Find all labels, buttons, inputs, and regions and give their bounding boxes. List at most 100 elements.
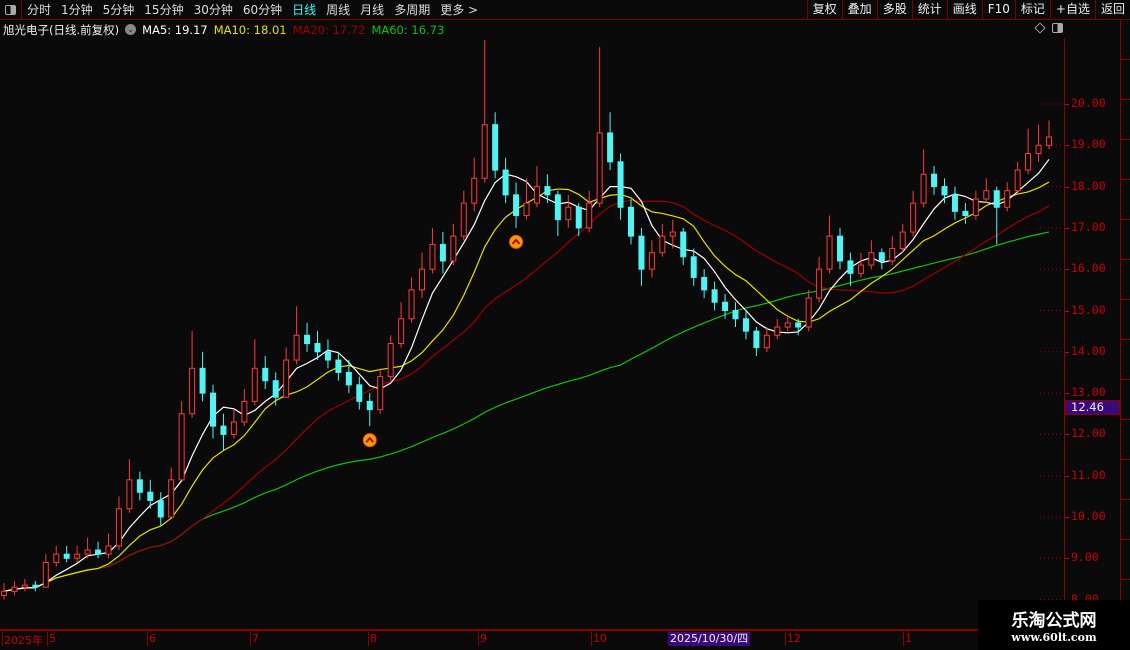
period-tab-1[interactable]: 1分钟 <box>56 1 98 18</box>
panel-toggle-icon[interactable] <box>1052 23 1063 33</box>
period-tab-2[interactable]: 5分钟 <box>98 1 140 18</box>
candlestick-chart[interactable] <box>0 38 1064 628</box>
candle <box>471 157 478 212</box>
candle <box>387 335 394 381</box>
x-tick-label: 8 <box>368 632 377 646</box>
candle <box>272 372 279 406</box>
candle <box>105 533 112 559</box>
candle <box>805 289 812 332</box>
stock-title: 旭光电子(日线.前复权) <box>3 22 120 37</box>
candle <box>1035 124 1042 162</box>
action-button-7[interactable]: +自选 <box>1049 0 1095 20</box>
diamond-icon[interactable] <box>1034 22 1046 34</box>
candle <box>168 467 175 518</box>
candle <box>701 269 708 299</box>
candle <box>638 227 645 286</box>
action-button-5[interactable]: F10 <box>981 0 1015 20</box>
candle <box>565 194 572 228</box>
period-tab-4[interactable]: 30分钟 <box>189 1 238 18</box>
candle <box>1004 182 1011 212</box>
y-tick-label: 15.00 <box>1071 302 1106 317</box>
period-tab-6[interactable]: 日线 <box>287 1 321 18</box>
crosshair-date: 2025/10/30/四 <box>668 632 751 646</box>
candle <box>408 277 415 323</box>
candle <box>251 339 258 406</box>
x-tick-label: 7 <box>250 632 259 646</box>
candle <box>11 581 18 596</box>
candle <box>63 545 70 563</box>
period-tab-0[interactable]: 分时 <box>22 1 56 18</box>
y-tick-label: 9.00 <box>1071 550 1099 565</box>
x-tick-label: 5 <box>47 632 56 646</box>
y-tick-label: 12.00 <box>1071 426 1106 441</box>
candle <box>178 401 185 481</box>
buy-signal-icon <box>509 234 524 249</box>
action-button-6[interactable]: 标记 <box>1014 0 1050 20</box>
candle <box>628 198 634 245</box>
action-button-3[interactable]: 统计 <box>911 0 947 20</box>
action-button-0[interactable]: 复权 <box>806 0 842 20</box>
action-button-1[interactable]: 叠加 <box>841 0 877 20</box>
candle <box>931 165 938 195</box>
candle <box>241 388 248 427</box>
candle <box>398 302 405 348</box>
period-tab-9[interactable]: 多周期 <box>389 1 435 18</box>
y-tick-label: 18.00 <box>1071 178 1106 193</box>
candle <box>366 393 373 427</box>
candle <box>53 545 60 567</box>
x-tick-label: 6 <box>147 632 156 646</box>
action-button-8[interactable]: 返回 <box>1094 0 1130 20</box>
candle <box>648 240 655 278</box>
x-tick-label: 9 <box>478 632 487 646</box>
candle <box>607 112 614 171</box>
candle <box>74 545 81 563</box>
watermark: 乐淘公式网 www.60lt.com <box>978 600 1130 650</box>
period-tab-5[interactable]: 60分钟 <box>238 1 287 18</box>
candle <box>324 339 331 369</box>
period-tab-10[interactable]: 更多 > <box>435 1 483 18</box>
candle <box>586 190 593 233</box>
candle <box>868 240 875 270</box>
candle <box>230 409 237 439</box>
candle <box>419 252 425 299</box>
candle <box>554 190 561 237</box>
side-panel-strip[interactable] <box>1120 20 1130 650</box>
candle <box>816 256 823 303</box>
candle <box>429 227 436 274</box>
action-button-2[interactable]: 多股 <box>876 0 912 20</box>
candle <box>596 47 603 208</box>
candle <box>283 347 290 398</box>
y-tick-label: 10.00 <box>1071 509 1106 523</box>
period-tab-3[interactable]: 15分钟 <box>139 1 188 18</box>
current-price-label: 12.46 <box>1065 400 1120 415</box>
candle <box>136 471 143 501</box>
panel-toggle-icon[interactable] <box>0 0 22 20</box>
candle <box>951 186 958 220</box>
action-button-4[interactable]: 画线 <box>946 0 982 20</box>
y-tick-label: 11.00 <box>1071 467 1106 482</box>
candle <box>335 351 342 381</box>
candle <box>826 215 833 274</box>
y-tick-label: 13.00 <box>1071 385 1106 400</box>
chevron-down-icon[interactable]: ⌄ <box>125 24 137 35</box>
candle <box>1046 120 1052 150</box>
candle <box>1014 161 1021 195</box>
candle <box>481 39 488 183</box>
period-tab-7[interactable]: 周线 <box>321 1 355 18</box>
candle <box>502 157 509 204</box>
ma60-line <box>3 231 1050 592</box>
candle <box>513 182 520 228</box>
candle <box>774 318 781 340</box>
candle <box>304 322 311 352</box>
candle <box>753 327 760 356</box>
x-tick-label: 12 <box>785 632 801 646</box>
candle <box>450 223 457 266</box>
period-tab-8[interactable]: 月线 <box>355 1 389 18</box>
candle <box>920 149 927 208</box>
ma60-value: MA60: 16.73 <box>371 22 445 37</box>
candle <box>847 252 854 286</box>
y-tick-label: 19.00 <box>1071 137 1106 152</box>
y-tick-label: 17.00 <box>1071 219 1106 234</box>
candle <box>972 190 979 220</box>
candle <box>126 459 133 513</box>
